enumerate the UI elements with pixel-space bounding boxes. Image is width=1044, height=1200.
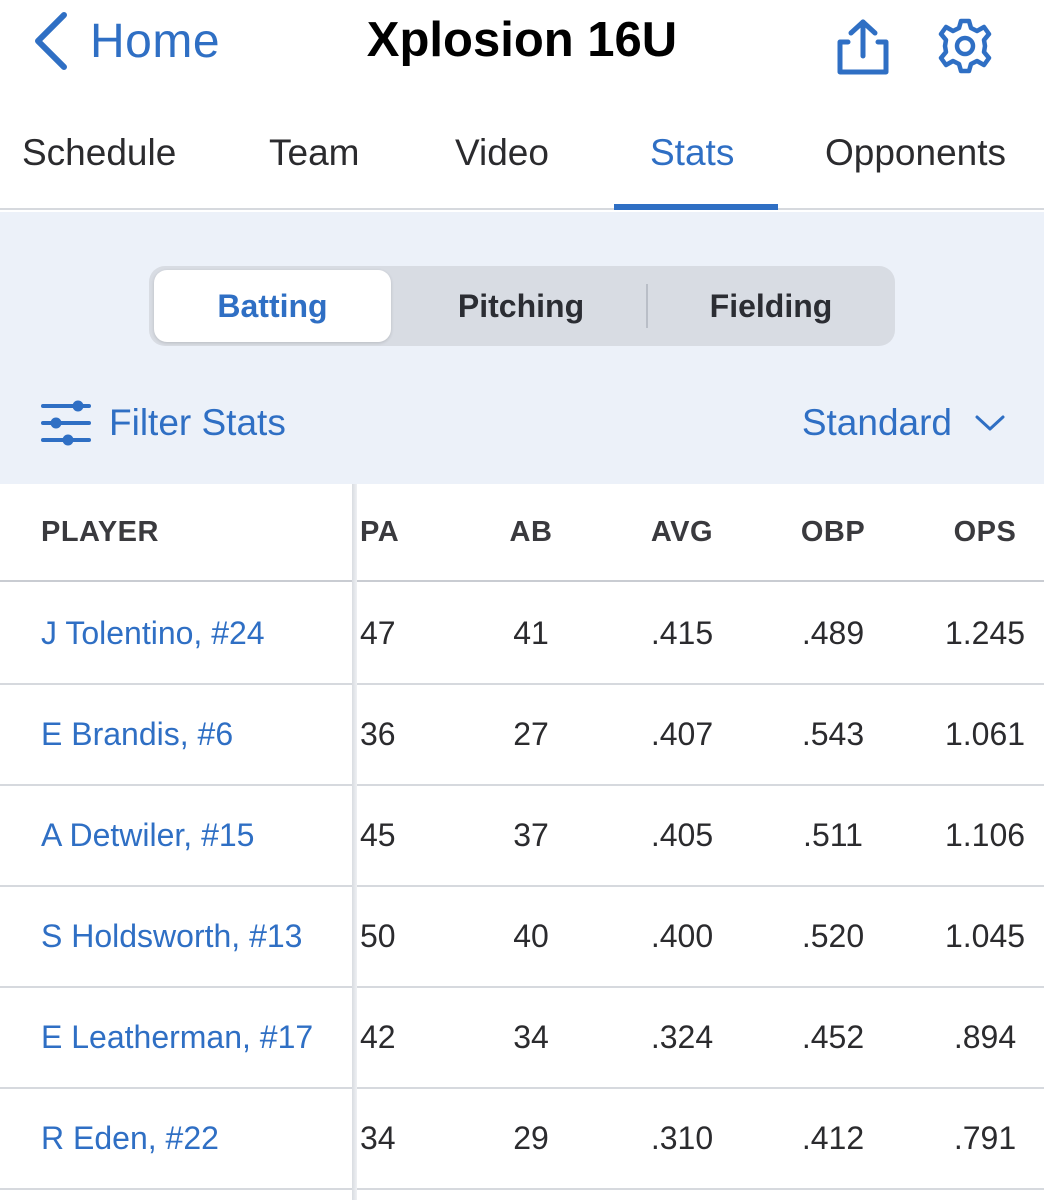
ops-value: 1.061 — [944, 716, 1026, 752]
ab-value: 27 — [513, 716, 549, 752]
ops-value: 1.106 — [944, 817, 1026, 853]
pa-value: 34 — [360, 1120, 396, 1156]
avg-value: .324 — [650, 1019, 714, 1055]
ab-value: 34 — [513, 1019, 549, 1055]
batting-stats-table: PLAYER PA AB AVG OBP OPS J Tolentino, #2… — [0, 484, 1044, 1200]
chevron-down-icon — [975, 415, 1005, 431]
ops-value: 1.045 — [944, 918, 1026, 954]
obp-value: .543 — [801, 716, 865, 752]
sliders-icon — [41, 400, 91, 446]
tab-opponents[interactable]: Opponents — [825, 132, 1006, 174]
segment-batting[interactable]: Batting — [154, 270, 391, 342]
column-header-ab[interactable]: AB — [471, 484, 591, 580]
nav-header: Home Xplosion 16U — [0, 0, 1044, 90]
ab-value: 41 — [513, 615, 549, 651]
avg-value: .407 — [650, 716, 714, 752]
player-link[interactable]: S Holdsworth, #13 — [41, 918, 302, 955]
stat-view-select[interactable]: Standard — [802, 392, 1006, 454]
table-row: E Leatherman, #17 42 34 .324 .452 .894 — [0, 988, 1044, 1089]
pa-value: 45 — [360, 817, 396, 853]
back-button[interactable]: Home — [28, 8, 220, 74]
stats-controls: Batting Pitching Fielding Filter Stats S… — [0, 212, 1044, 484]
ops-value: .791 — [953, 1120, 1017, 1156]
obp-value: .520 — [801, 918, 865, 954]
pa-value: 36 — [360, 716, 396, 752]
ab-value: 40 — [513, 918, 549, 954]
stat-type-segmented-control: Batting Pitching Fielding — [149, 266, 895, 346]
table-row: J Tolentino, #24 47 41 .415 .489 1.245 — [0, 584, 1044, 685]
player-link[interactable]: R Eden, #22 — [41, 1120, 219, 1157]
pa-value: 50 — [360, 918, 396, 954]
share-button[interactable] — [832, 18, 894, 76]
player-link[interactable]: A Detwiler, #15 — [41, 817, 254, 854]
filter-stats-button[interactable]: Filter Stats — [40, 392, 286, 454]
table-row: R Eden, #22 34 29 .310 .412 .791 — [0, 1089, 1044, 1190]
segment-fielding[interactable]: Fielding — [649, 270, 893, 342]
avg-value: .415 — [650, 615, 714, 651]
column-header-obp[interactable]: OBP — [773, 484, 893, 580]
table-row: S Holdsworth, #13 50 40 .400 .520 1.045 — [0, 887, 1044, 988]
avg-value: .405 — [650, 817, 714, 853]
segment-pitching[interactable]: Pitching — [399, 270, 643, 342]
chevron-left-icon — [35, 12, 67, 70]
tab-stats[interactable]: Stats — [650, 132, 734, 174]
stat-view-value: Standard — [801, 402, 952, 443]
pa-value: 42 — [360, 1019, 396, 1055]
ops-value: .894 — [953, 1019, 1017, 1055]
table-row: E Brandis, #6 36 27 .407 .543 1.061 — [0, 685, 1044, 786]
pa-value: 47 — [360, 615, 396, 651]
filter-stats-label: Filter Stats — [109, 402, 286, 443]
section-tabs: Schedule Team Video Stats Opponents — [0, 110, 1044, 210]
column-header-ops[interactable]: OPS — [925, 484, 1044, 580]
share-icon — [837, 19, 889, 75]
gear-icon — [938, 18, 992, 74]
ab-value: 29 — [513, 1120, 549, 1156]
obp-value: .412 — [801, 1120, 865, 1156]
avg-value: .310 — [650, 1120, 714, 1156]
table-row: A Detwiler, #15 45 37 .405 .511 1.106 — [0, 786, 1044, 887]
column-header-player[interactable]: PLAYER — [41, 484, 159, 580]
table-header-row: PLAYER PA AB AVG OBP OPS — [0, 484, 1044, 582]
player-link[interactable]: E Brandis, #6 — [41, 716, 233, 753]
avg-value: .400 — [650, 918, 714, 954]
ops-value: 1.245 — [944, 615, 1026, 651]
back-label: Home — [90, 14, 221, 68]
segment-divider — [646, 284, 648, 328]
column-header-pa[interactable]: PA — [360, 484, 399, 580]
player-link[interactable]: E Leatherman, #17 — [41, 1019, 313, 1056]
column-header-avg[interactable]: AVG — [622, 484, 742, 580]
obp-value: .511 — [803, 817, 863, 853]
frozen-column-divider — [352, 484, 357, 1200]
tab-video[interactable]: Video — [455, 132, 549, 174]
obp-value: .452 — [801, 1019, 865, 1055]
tab-team[interactable]: Team — [269, 132, 359, 174]
settings-button[interactable] — [935, 18, 995, 74]
ab-value: 37 — [513, 817, 549, 853]
obp-value: .489 — [801, 615, 865, 651]
player-link[interactable]: J Tolentino, #24 — [41, 615, 265, 652]
tab-schedule[interactable]: Schedule — [22, 132, 176, 174]
active-tab-indicator — [614, 204, 778, 210]
